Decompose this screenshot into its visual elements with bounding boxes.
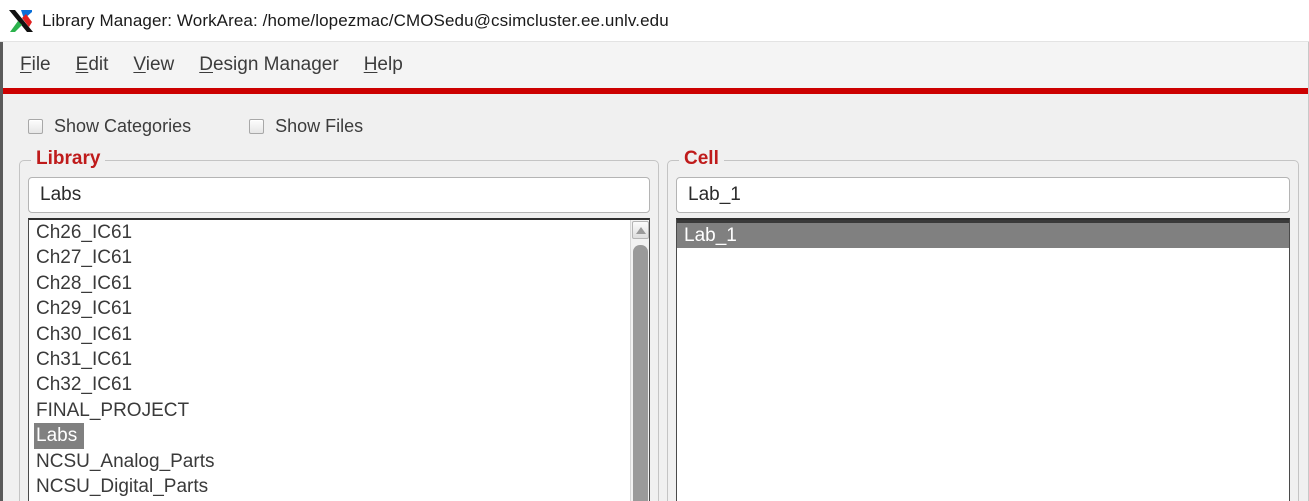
list-item-label: Ch31_IC61: [36, 348, 133, 370]
list-item-selected[interactable]: Lab_1: [677, 220, 1289, 248]
library-list-items: Ch26_IC61 Ch27_IC61 Ch28_IC61 Ch29_IC61 …: [29, 220, 630, 501]
menu-file-mnemonic: F: [20, 54, 32, 75]
list-item-label: Ch29_IC61: [36, 298, 133, 320]
list-item-label: NCSU_Analog_Parts: [36, 450, 215, 472]
checkbox-show-files-box[interactable]: [249, 119, 265, 134]
list-item-label: Ch27_IC61: [36, 247, 133, 269]
menu-view-mnemonic: V: [133, 54, 146, 75]
menu-file[interactable]: File: [20, 54, 51, 76]
window-titlebar: Library Manager: WorkArea: /home/lopezma…: [0, 0, 1309, 42]
checkbox-show-files[interactable]: Show Files: [249, 116, 363, 137]
window-title: Library Manager: WorkArea: /home/lopezma…: [42, 10, 669, 30]
library-manager-window: Library Manager: WorkArea: /home/lopezma…: [0, 0, 1309, 501]
list-item[interactable]: NCSU_Analog_Parts: [29, 449, 630, 474]
options-row: Show Categories Show Files: [3, 116, 363, 137]
library-list-scrollbar[interactable]: [630, 220, 649, 501]
menu-view[interactable]: View: [133, 54, 174, 76]
menu-design-manager-label: esign Manager: [212, 54, 339, 75]
menubar: File Edit View Design Manager Help: [3, 42, 1308, 88]
list-item[interactable]: Ch32_IC61: [29, 372, 630, 397]
menu-design-manager[interactable]: Design Manager: [199, 54, 338, 76]
cell-list-items: Lab_1: [677, 220, 1289, 501]
menu-edit-mnemonic: E: [75, 54, 89, 75]
menu-view-label: iew: [145, 54, 175, 75]
list-item[interactable]: Ch27_IC61: [29, 245, 630, 270]
scrollbar-thumb[interactable]: [633, 245, 648, 501]
window-frame: File Edit View Design Manager Help Show …: [0, 42, 1309, 501]
list-item[interactable]: FINAL_PROJECT: [29, 398, 630, 423]
cell-groupbox: Cell Lab_1 Lab_1: [667, 148, 1299, 501]
menu-edit[interactable]: Edit: [76, 54, 109, 76]
library-group-title: Library: [31, 148, 106, 170]
list-item-label: NCSU_Digital_Parts: [36, 475, 209, 497]
library-name-field[interactable]: Labs: [28, 177, 650, 213]
menu-file-label: ile: [31, 54, 51, 75]
list-item-selected[interactable]: Labs: [29, 423, 630, 449]
library-listbox[interactable]: Ch26_IC61 Ch27_IC61 Ch28_IC61 Ch29_IC61 …: [28, 218, 650, 501]
menu-design-manager-mnemonic: D: [199, 54, 213, 75]
list-item-label: Lab_1: [684, 225, 737, 246]
list-item[interactable]: NCSU_Digital_Parts: [29, 474, 630, 499]
cell-listbox[interactable]: Lab_1: [676, 218, 1290, 501]
cell-name-field[interactable]: Lab_1: [676, 177, 1290, 213]
cell-group-title: Cell: [679, 148, 724, 170]
checkbox-show-categories-label: Show Categories: [54, 116, 192, 136]
list-item-label: Ch32_IC61: [36, 374, 133, 396]
main-content: Show Categories Show Files Library Labs …: [3, 94, 1308, 501]
list-item[interactable]: Ch30_IC61: [29, 322, 630, 347]
menu-help[interactable]: Help: [364, 54, 403, 76]
list-item-label: FINAL_PROJECT: [36, 399, 190, 421]
checkbox-show-categories-box[interactable]: [28, 119, 43, 134]
checkbox-show-files-label: Show Files: [275, 116, 364, 136]
list-item-label: Ch30_IC61: [36, 323, 133, 345]
list-item-label: Ch26_IC61: [36, 222, 133, 243]
list-item-label: Labs: [34, 423, 85, 449]
checkbox-show-categories[interactable]: Show Categories: [28, 116, 191, 137]
menu-edit-label: dit: [88, 54, 109, 75]
list-item[interactable]: Ch26_IC61: [29, 220, 630, 245]
list-item[interactable]: Ch29_IC61: [29, 296, 630, 321]
scroll-up-arrow-icon[interactable]: [632, 221, 649, 239]
library-groupbox: Library Labs Ch26_IC61 Ch27_IC61 Ch28_IC…: [19, 148, 659, 501]
list-item-label: Ch28_IC61: [36, 272, 133, 294]
menu-help-mnemonic: H: [363, 54, 378, 75]
x-window-logo-icon: [9, 10, 33, 32]
list-item[interactable]: Ch28_IC61: [29, 271, 630, 296]
list-item[interactable]: Ch31_IC61: [29, 347, 630, 372]
menu-help-label: elp: [377, 54, 403, 75]
